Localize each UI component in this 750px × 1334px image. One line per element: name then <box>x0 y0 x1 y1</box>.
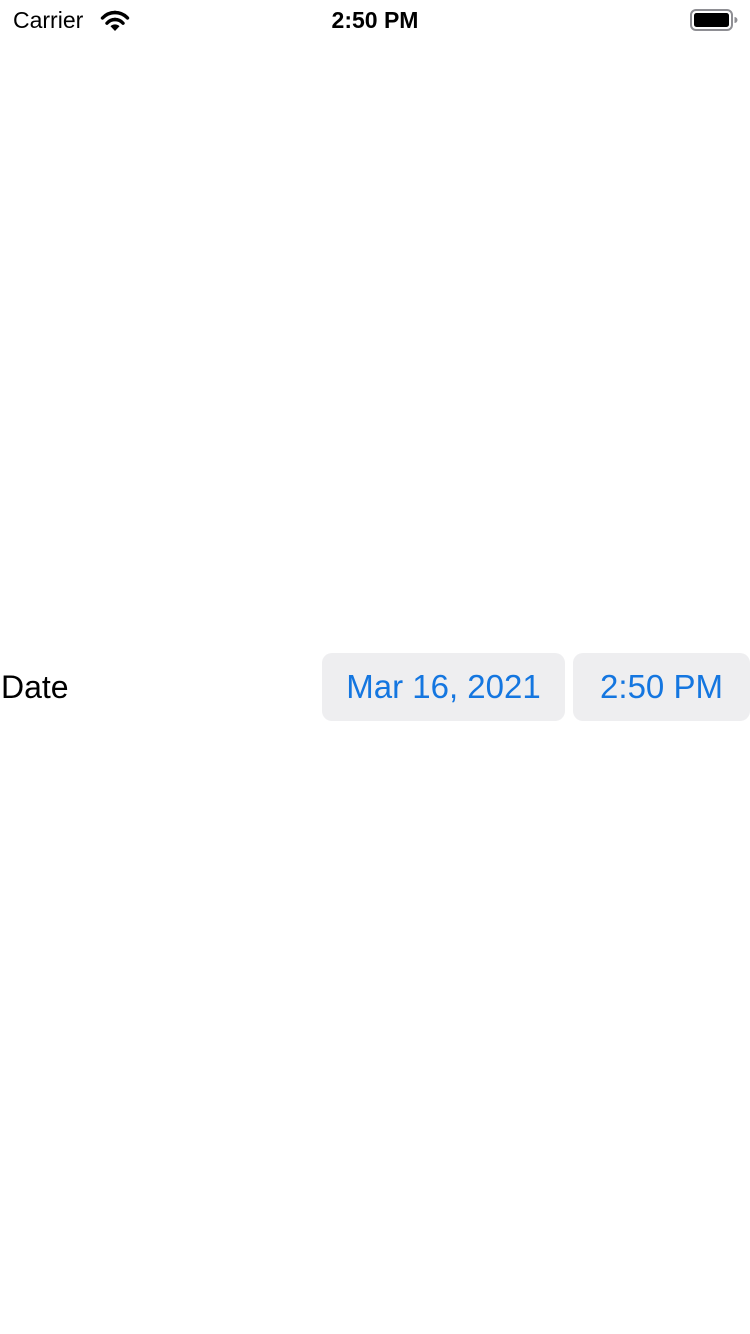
status-bar: Carrier 2:50 PM <box>0 0 750 40</box>
date-picker-row: Date Mar 16, 2021 2:50 PM <box>0 653 750 721</box>
date-picker-button[interactable]: Mar 16, 2021 <box>322 653 565 721</box>
date-label: Date <box>1 669 69 705</box>
battery-full-icon <box>690 9 738 31</box>
time-picker-button[interactable]: 2:50 PM <box>573 653 750 721</box>
status-time: 2:50 PM <box>331 7 419 33</box>
